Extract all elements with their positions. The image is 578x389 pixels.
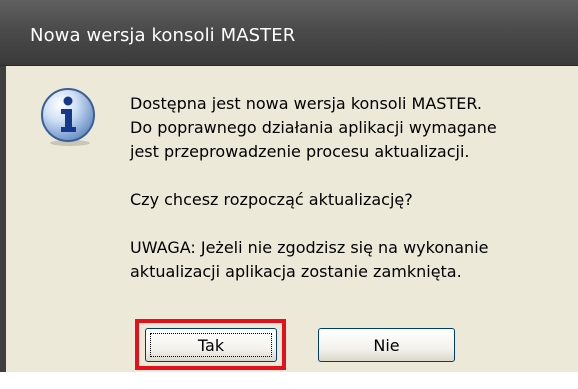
message-paragraph-warning: UWAGA: Jeżeli nie zgodzisz się na wykona… bbox=[130, 238, 489, 281]
message-paragraph-info: Dostępna jest nowa wersja konsoli MASTER… bbox=[130, 94, 497, 161]
dialog-message: Dostępna jest nowa wersja konsoli MASTER… bbox=[130, 92, 570, 284]
message-paragraph-question: Czy chcesz rozpocząć aktualizację? bbox=[130, 190, 413, 209]
focus-ring bbox=[150, 333, 272, 357]
dialog-window: Nowa wersja konsoli MASTER Dostępna jest… bbox=[0, 0, 578, 389]
no-button-label: Nie bbox=[373, 335, 400, 355]
window-bottom-strip bbox=[0, 372, 578, 389]
dialog-title: Nowa wersja konsoli MASTER bbox=[30, 25, 296, 46]
yes-button[interactable]: Tak bbox=[145, 328, 277, 362]
information-icon bbox=[41, 88, 95, 146]
no-button[interactable]: Nie bbox=[318, 328, 455, 362]
title-bar[interactable]: Nowa wersja konsoli MASTER bbox=[0, 0, 578, 66]
